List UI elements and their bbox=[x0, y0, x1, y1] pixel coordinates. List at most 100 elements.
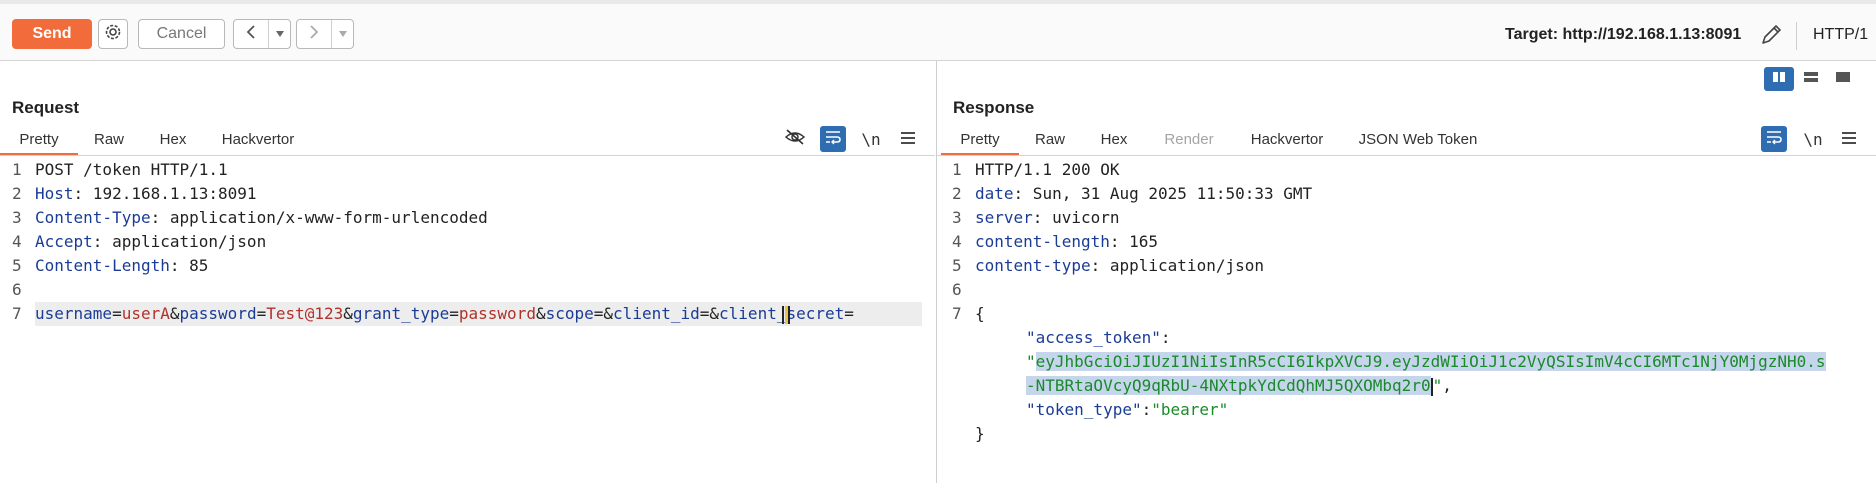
request-title: Request bbox=[12, 98, 80, 117]
forward-button-group[interactable] bbox=[296, 19, 354, 49]
header-name: Content-Type bbox=[35, 208, 151, 227]
tab-request-pretty[interactable]: Pretty bbox=[0, 124, 78, 156]
param-key: grant_type bbox=[352, 304, 450, 323]
settings-button[interactable] bbox=[98, 19, 128, 49]
layout-stacked-button[interactable] bbox=[1796, 67, 1826, 91]
toolbar-separator bbox=[1796, 22, 1797, 50]
edit-target-button[interactable] bbox=[1758, 22, 1784, 48]
header-value: application/json bbox=[102, 232, 267, 251]
http-version-label[interactable]: HTTP/1 bbox=[1813, 26, 1868, 44]
line-number: 1 bbox=[12, 160, 22, 179]
back-button-group[interactable] bbox=[233, 19, 291, 49]
json-close-brace: } bbox=[975, 424, 985, 443]
json-access-token-value: eyJhbGciOiJIUzI1NiIsInR5cCI6IkpXVCJ9.eyJ… bbox=[1035, 352, 1826, 371]
json-key: "access_token" bbox=[1026, 328, 1161, 347]
line-number: 7 bbox=[952, 304, 962, 323]
header-value: uvicorn bbox=[1042, 208, 1120, 227]
line-number: 4 bbox=[12, 232, 22, 251]
request-wrap-toggle[interactable] bbox=[820, 126, 846, 152]
response-tabs: Pretty Raw Hex Render Hackvertor JSON We… bbox=[941, 124, 1493, 156]
response-menu-button[interactable] bbox=[1836, 126, 1862, 152]
chevron-left-icon bbox=[245, 24, 257, 45]
wrap-lines-icon bbox=[1765, 129, 1783, 149]
param-key: client_id bbox=[613, 304, 700, 323]
tab-response-json-web-token[interactable]: JSON Web Token bbox=[1343, 124, 1493, 156]
header-name: Content-Length bbox=[35, 256, 170, 275]
param-key: scope bbox=[545, 304, 594, 323]
response-newline-toggle[interactable]: \n bbox=[1800, 126, 1826, 152]
json-access-token-value-cont: -NTBRtaOVcyQ9qRbU-4NXtpkYdCdQhMJ5QXOMbq2… bbox=[1026, 376, 1431, 395]
layout-tabs-button[interactable] bbox=[1828, 67, 1858, 91]
param-value: Test@123 bbox=[266, 304, 344, 323]
gear-icon bbox=[103, 22, 123, 47]
json-token-type-line: "token_type":"bearer" bbox=[1026, 400, 1229, 419]
response-title: Response bbox=[953, 98, 1035, 117]
tab-response-raw[interactable]: Raw bbox=[1019, 124, 1081, 156]
json-key: "token_type" bbox=[1026, 400, 1142, 419]
cancel-button[interactable]: Cancel bbox=[138, 19, 225, 49]
param-value: password bbox=[458, 304, 536, 323]
param-key: password bbox=[179, 304, 257, 323]
tab-request-hex[interactable]: Hex bbox=[140, 124, 206, 156]
response-header-line: content-length: 165 bbox=[975, 232, 1159, 251]
send-button[interactable]: Send bbox=[12, 19, 92, 49]
response-header-line: server: uvicorn bbox=[975, 208, 1120, 227]
eye-slash-icon bbox=[784, 128, 806, 150]
caret-down-icon bbox=[275, 25, 285, 43]
line-number: 5 bbox=[12, 256, 22, 275]
line-number: 4 bbox=[952, 232, 962, 251]
header-name: date bbox=[975, 184, 1014, 203]
back-button[interactable] bbox=[234, 20, 269, 48]
json-string-quote: " bbox=[1026, 352, 1036, 371]
request-menu-button[interactable] bbox=[895, 126, 921, 152]
chevron-right-icon bbox=[308, 24, 320, 45]
layout-side-by-side-button[interactable] bbox=[1764, 67, 1794, 91]
tab-response-hex[interactable]: Hex bbox=[1081, 124, 1147, 156]
line-number: 6 bbox=[952, 280, 962, 299]
hamburger-icon bbox=[1841, 130, 1857, 149]
json-access-token-key-line: "access_token": bbox=[1026, 328, 1171, 347]
json-open-brace: { bbox=[975, 304, 985, 323]
header-name: content-length bbox=[975, 232, 1110, 251]
toolbar: Send Cancel Target: http://192.168.1.13:… bbox=[0, 4, 1876, 61]
response-header-line: date: Sun, 31 Aug 2025 11:50:33 GMT bbox=[975, 184, 1313, 203]
tab-response-render[interactable]: Render bbox=[1147, 124, 1231, 156]
tab-request-hackvertor[interactable]: Hackvertor bbox=[206, 124, 310, 156]
forward-button[interactable] bbox=[297, 20, 332, 48]
back-history-dropdown[interactable] bbox=[269, 20, 290, 48]
header-value: Sun, 31 Aug 2025 11:50:33 GMT bbox=[1023, 184, 1313, 203]
response-header-line: content-type: application/json bbox=[975, 256, 1264, 275]
single-pane-icon bbox=[1835, 70, 1851, 88]
line-number: 3 bbox=[952, 208, 962, 227]
request-header-line: Host: 192.168.1.13:8091 bbox=[35, 184, 257, 203]
layout-toggle-group bbox=[1764, 67, 1860, 93]
request-tabs-underline bbox=[0, 155, 935, 156]
line-number: 3 bbox=[12, 208, 22, 227]
pane-divider[interactable] bbox=[936, 61, 937, 483]
header-value: 85 bbox=[179, 256, 209, 275]
text-cursor-icon bbox=[782, 306, 790, 324]
tab-response-hackvertor[interactable]: Hackvertor bbox=[1231, 124, 1343, 156]
tab-request-raw[interactable]: Raw bbox=[78, 124, 140, 156]
param-value: userA bbox=[121, 304, 170, 323]
json-string: "bearer" bbox=[1151, 400, 1229, 419]
line-number: 7 bbox=[12, 304, 22, 323]
header-name: Accept bbox=[35, 232, 93, 251]
request-tabs: Pretty Raw Hex Hackvertor bbox=[0, 124, 310, 156]
header-value: 165 bbox=[1119, 232, 1159, 251]
forward-history-dropdown[interactable] bbox=[332, 20, 353, 48]
rows-icon bbox=[1803, 70, 1819, 88]
line-number: 2 bbox=[952, 184, 962, 203]
header-value: application/x-www-form-urlencoded bbox=[160, 208, 488, 227]
hide-nonprintable-toggle[interactable] bbox=[782, 126, 808, 152]
target-label: Target: http://192.168.1.13:8091 bbox=[1505, 26, 1742, 43]
request-header-line: Content-Type: application/x-www-form-url… bbox=[35, 208, 488, 227]
tab-response-pretty[interactable]: Pretty bbox=[941, 124, 1019, 156]
header-value: 192.168.1.13:8091 bbox=[83, 184, 257, 203]
pencil-icon bbox=[1758, 25, 1784, 52]
response-wrap-toggle[interactable] bbox=[1761, 126, 1787, 152]
response-tabs-underline bbox=[937, 155, 1876, 156]
request-newline-toggle[interactable]: \n bbox=[858, 126, 884, 152]
request-editor[interactable]: 1 2 3 4 5 6 7 POST /token HTTP/1.1 Host:… bbox=[12, 158, 922, 478]
response-editor[interactable]: 1 2 3 4 5 6 7 HTTP/1.1 200 OK date: Sun,… bbox=[952, 158, 1866, 478]
